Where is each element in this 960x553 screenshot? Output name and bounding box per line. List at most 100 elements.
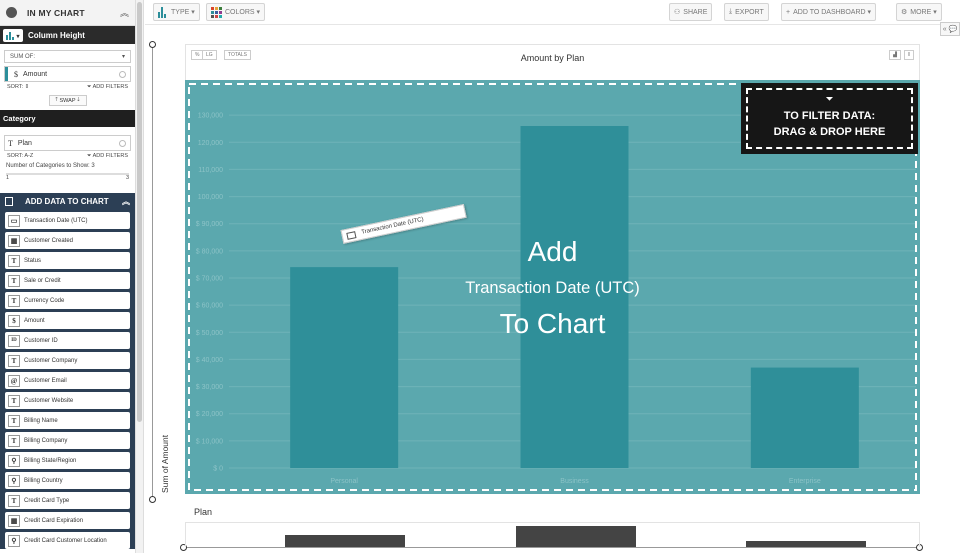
remove-icon[interactable] <box>119 139 126 147</box>
export-button[interactable]: ⤓ EXPORT <box>724 3 769 21</box>
aggregation-select[interactable]: SUM OF: ▾ <box>4 50 131 63</box>
categories-slider[interactable]: 1 3 <box>6 170 129 181</box>
metric-add-filters-link[interactable]: ⏷ ADD FILTERS <box>87 84 128 91</box>
field-item-label: Customer Company <box>24 357 78 364</box>
app-window: IN MY CHART ︽ ▾ Column Height SUM OF: ▾ … <box>0 0 960 553</box>
collapse-chevron-icon[interactable]: ︽ <box>120 6 129 19</box>
card-icon <box>346 230 357 240</box>
text-icon: T <box>8 138 13 148</box>
field-item[interactable]: $ Amount <box>5 312 130 329</box>
field-item[interactable]: ▦ Customer Created <box>5 232 130 249</box>
comment-icon: « 💬 <box>942 26 958 33</box>
sidebar-header[interactable]: IN MY CHART ︽ <box>0 0 135 26</box>
globe-icon <box>6 7 17 18</box>
dollar-icon: $ <box>14 69 18 79</box>
y-axis-label: Sum of Amount <box>160 434 170 493</box>
field-item[interactable]: T Billing Company <box>5 432 130 449</box>
field-item[interactable]: T Status <box>5 252 130 269</box>
resize-handle-bottom[interactable] <box>149 496 156 503</box>
bar <box>750 367 859 468</box>
slider-min-label: 1 <box>6 175 10 181</box>
field-item[interactable]: T Billing Name <box>5 412 130 429</box>
chart-title: Amount by Plan <box>520 53 585 63</box>
metric-field-pill[interactable]: $ Amount <box>4 66 131 82</box>
colors-button[interactable]: COLORS ▾ <box>206 3 266 21</box>
add-data-header[interactable]: ADD DATA TO CHART ︽ <box>0 193 135 209</box>
metric-section-title: Column Height <box>28 30 85 40</box>
more-button[interactable]: ⚙ MORE ▾ <box>896 3 942 21</box>
field-item[interactable]: ⚲ Billing State/Region <box>5 452 130 469</box>
resize-handle-top[interactable] <box>149 41 156 48</box>
funnel-icon: ⏷ <box>87 153 92 159</box>
mini-bar <box>745 541 866 547</box>
bar-chart-icon <box>158 6 168 18</box>
text-icon: T <box>8 254 20 267</box>
collapse-chevron-icon[interactable]: ︽ <box>122 196 130 207</box>
color-grid-icon <box>211 6 222 18</box>
field-item[interactable]: ⚲ Credit Card Customer Location <box>5 532 130 549</box>
text-icon: T <box>8 394 20 407</box>
range-mini-chart[interactable] <box>185 522 920 547</box>
slider-max-label: 3 <box>125 175 129 181</box>
filter-drop-title: TO FILTER DATA: <box>783 110 876 122</box>
text-icon: T <box>8 414 20 427</box>
chart-type-chip[interactable]: ▾ <box>3 28 23 42</box>
metric-sort-toggle[interactable]: SORT: ⇕ <box>7 84 29 91</box>
text-icon: T <box>8 274 20 287</box>
metric-field-label: Amount <box>23 70 48 78</box>
category-sort-toggle[interactable]: SORT: A-Z <box>7 153 33 160</box>
funnel-icon: ⏷ <box>87 84 92 90</box>
field-item[interactable]: @ Customer Email <box>5 372 130 389</box>
pin-icon: ⚲ <box>8 454 20 467</box>
at-icon: @ <box>8 374 20 387</box>
metric-color-bar <box>5 67 8 81</box>
card-icon: ▭ <box>8 214 20 227</box>
plus-icon: + <box>786 8 791 16</box>
field-item[interactable]: ID Customer ID <box>5 332 130 349</box>
field-item[interactable]: T Sale or Credit <box>5 272 130 289</box>
category-add-filters-link[interactable]: ⏷ ADD FILTERS <box>87 153 128 160</box>
resize-guide-horizontal <box>183 547 920 548</box>
swap-button[interactable]: 🡑 SWAP 🡓 <box>48 95 87 106</box>
sidebar-scrollbar[interactable] <box>136 0 144 553</box>
y-tick-label: $ 30,000 <box>196 384 223 391</box>
color-swatch <box>219 6 222 10</box>
field-item-label: Sale or Credit <box>24 277 61 284</box>
field-item[interactable]: ▭ Transaction Date (UTC) <box>5 212 130 229</box>
field-item[interactable]: T Currency Code <box>5 292 130 309</box>
text-icon: T <box>8 434 20 447</box>
field-item-label: Billing Country <box>24 477 63 484</box>
field-item[interactable]: T Credit Card Type <box>5 492 130 509</box>
remove-icon[interactable] <box>119 70 126 78</box>
toolbar: TYPE ▾ COLORS ▾ ⚇ SHARE ⤓ EXPORT + ADD TO D… <box>145 0 960 25</box>
share-button[interactable]: ⚇ SHARE <box>669 3 713 21</box>
arrow-down-icon: 🡓 <box>77 97 80 103</box>
pin-icon: ⚲ <box>8 474 20 487</box>
color-swatch <box>219 14 222 18</box>
field-item[interactable]: T Customer Company <box>5 352 130 369</box>
x-tick-label: Enterprise <box>789 478 821 485</box>
mini-bar <box>515 526 636 547</box>
y-tick-label: $ 40,000 <box>196 357 223 364</box>
mini-bar <box>285 535 406 547</box>
color-swatch <box>215 14 218 18</box>
y-tick-label: $ 90,000 <box>196 221 223 228</box>
field-item[interactable]: T Customer Website <box>5 392 130 409</box>
scrollbar-thumb[interactable] <box>137 2 142 422</box>
bar <box>520 126 629 468</box>
dollar-icon: $ <box>8 314 20 327</box>
field-item-label: Currency Code <box>24 297 65 304</box>
x-tick-label: Personal <box>330 478 358 485</box>
field-item-label: Transaction Date (UTC) <box>24 217 88 224</box>
add-to-dashboard-button[interactable]: + ADD TO DASHBOARD ▾ <box>781 3 877 21</box>
category-field-pill[interactable]: T Plan <box>4 135 131 151</box>
field-item-label: Customer ID <box>24 337 58 344</box>
comments-toggle[interactable]: « 💬 <box>940 22 960 36</box>
field-item-label: Customer Website <box>24 397 74 404</box>
color-swatch <box>215 6 218 10</box>
bar <box>290 267 399 468</box>
type-button[interactable]: TYPE ▾ <box>153 3 200 21</box>
field-item[interactable]: ▦ Credit Card Expiration <box>5 512 130 529</box>
filter-drop-zone[interactable]: ⏷ TO FILTER DATA: DRAG & DROP HERE <box>741 83 918 154</box>
field-item[interactable]: ⚲ Billing Country <box>5 472 130 489</box>
